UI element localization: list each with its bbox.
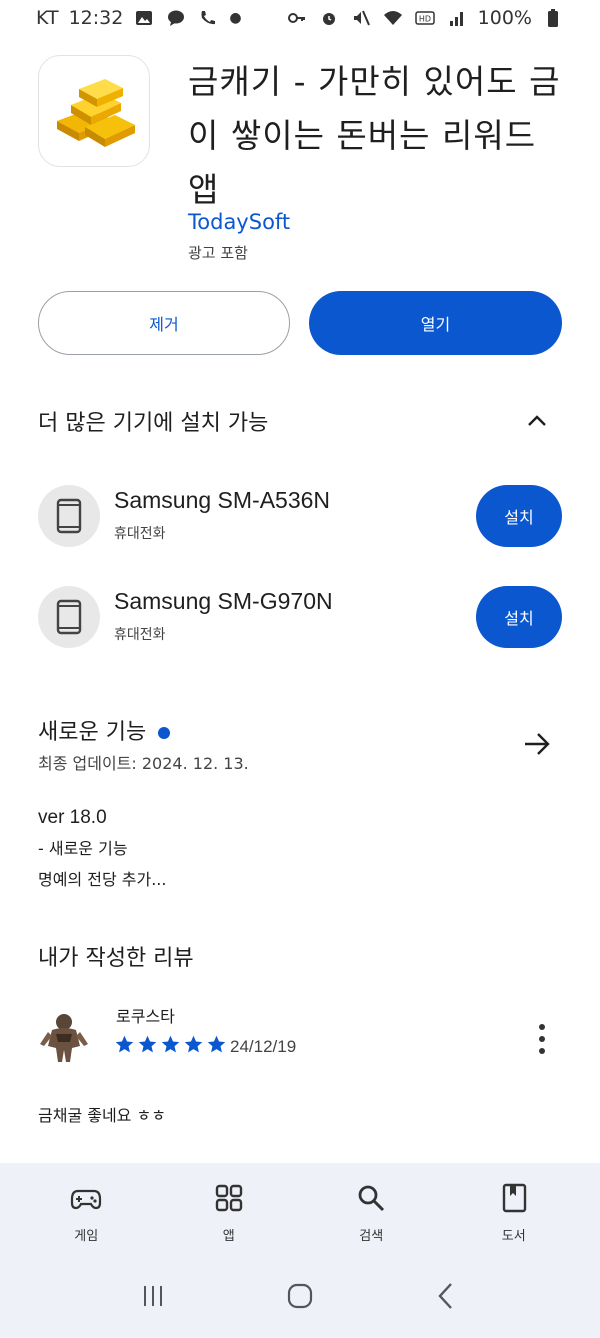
star-icon: [138, 1035, 157, 1053]
nav-label: 도서: [501, 1229, 526, 1244]
gold-bars-icon: [57, 79, 135, 147]
arrow-right-icon[interactable]: [520, 727, 554, 761]
recent-apps-icon[interactable]: [135, 1278, 171, 1314]
device-avatar: [38, 586, 100, 648]
device-install-button[interactable]: 설치: [476, 485, 562, 547]
gallery-icon: [133, 7, 155, 29]
app-title: 금캐기 - 가만히 있어도 금이 쌓이는 돈버는 리워드 앱: [188, 62, 561, 209]
rating-stars: [114, 1034, 227, 1055]
new-dot-icon: [158, 727, 171, 739]
dot-icon: ●: [229, 10, 242, 26]
device-name: Samsung SM-G970N: [114, 588, 333, 614]
status-left: KT 12:32 ●: [36, 7, 242, 29]
device-type: 휴대전화: [114, 627, 166, 643]
battery-label: 100%: [477, 7, 532, 29]
device-row: Samsung SM-A536N 휴대전화 설치: [38, 485, 562, 549]
search-icon: [358, 1185, 385, 1212]
apps-grid-icon: [215, 1184, 242, 1212]
nav-item-search[interactable]: 검색: [311, 1163, 431, 1253]
nav-label: 검색: [359, 1229, 384, 1244]
star-icon: [115, 1035, 134, 1053]
wifi-icon: [382, 7, 404, 29]
release-line: 명예의 전당 추가...: [38, 870, 167, 889]
uninstall-button[interactable]: 제거: [38, 291, 290, 355]
status-bar: KT 12:32 ● HD 100%: [0, 0, 600, 36]
developer-link[interactable]: TodaySoft: [188, 210, 290, 234]
home-icon[interactable]: [282, 1278, 318, 1314]
hd-icon: HD: [414, 7, 436, 29]
bottom-nav: 게임 앱 검색 도서: [0, 1163, 600, 1253]
key-icon: [286, 7, 308, 29]
device-type: 휴대전화: [114, 526, 166, 542]
phone-icon: [56, 498, 82, 534]
carrier-label: KT: [36, 7, 59, 29]
status-right: HD 100%: [286, 7, 564, 29]
mute-icon: [350, 7, 372, 29]
nav-item-books[interactable]: 도서: [454, 1163, 574, 1253]
svg-text:HD: HD: [419, 15, 431, 24]
phone-icon: [56, 599, 82, 635]
nav-item-games[interactable]: 게임: [26, 1163, 146, 1253]
whats-new-title[interactable]: 새로운 기능: [38, 714, 171, 746]
star-icon: [161, 1035, 180, 1053]
star-icon: [184, 1035, 203, 1053]
call-icon: [197, 7, 219, 29]
nav-label: 앱: [222, 1229, 235, 1244]
system-nav: [0, 1253, 600, 1338]
alarm-icon: [318, 7, 340, 29]
ads-label: 광고 포함: [188, 244, 248, 262]
chevron-up-icon[interactable]: [522, 406, 552, 436]
release-notes: ver 18.0 - 새로운 기능 명예의 전당 추가...: [38, 802, 166, 895]
battery-icon: [542, 7, 564, 29]
device-install-button[interactable]: 설치: [476, 586, 562, 648]
device-name: Samsung SM-A536N: [114, 487, 331, 513]
back-icon[interactable]: [429, 1278, 465, 1314]
book-icon: [502, 1183, 526, 1213]
review-text: 금채굴 좋네요 ㅎㅎ: [38, 1106, 166, 1125]
chat-icon: [165, 7, 187, 29]
more-devices-title: 더 많은 기기에 설치 가능: [38, 411, 269, 436]
app-icon[interactable]: [38, 55, 150, 167]
review-date: 24/12/19: [230, 1037, 297, 1056]
clock: 12:32: [68, 7, 124, 29]
release-line: - 새로운 기능: [38, 839, 128, 858]
release-version: ver 18.0: [38, 807, 107, 828]
gamepad-icon: [71, 1189, 102, 1210]
open-button[interactable]: 열기: [309, 291, 562, 355]
star-icon: [207, 1035, 226, 1053]
more-options-icon[interactable]: [532, 1022, 552, 1056]
avatar: [40, 1014, 88, 1062]
last-updated: 최종 업데이트: 2024. 12. 13.: [38, 754, 249, 773]
device-avatar: [38, 485, 100, 547]
reviewer-name: 로쿠스타: [116, 1007, 175, 1026]
my-review-title: 내가 작성한 리뷰: [38, 946, 194, 971]
whats-new-label: 새로운 기능: [38, 720, 147, 745]
device-row: Samsung SM-G970N 휴대전화 설치: [38, 586, 562, 650]
signal-icon: [446, 7, 468, 29]
nav-item-apps[interactable]: 앱: [169, 1163, 289, 1253]
nav-label: 게임: [74, 1229, 99, 1244]
